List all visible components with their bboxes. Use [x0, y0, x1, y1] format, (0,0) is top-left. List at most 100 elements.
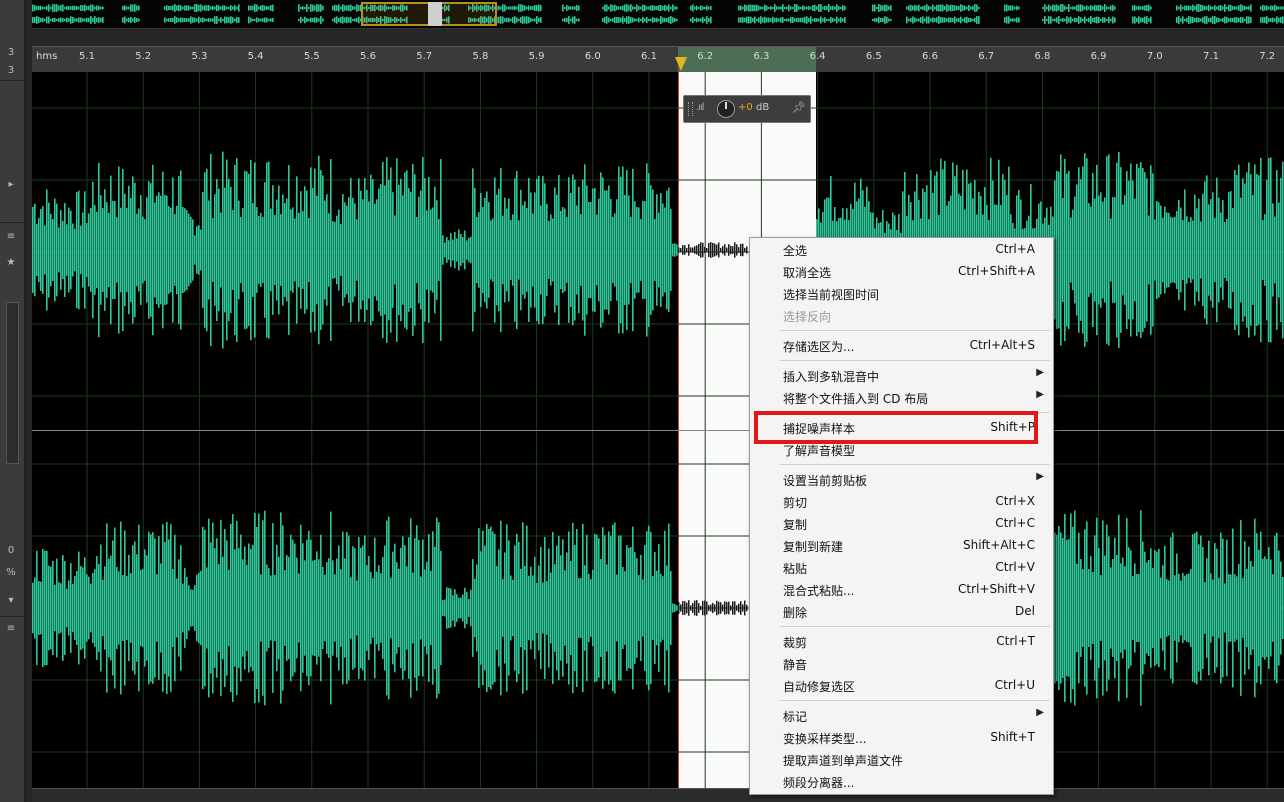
left-panel: 3 3 ▸ ≡ ★ 0 % ▾ ≡	[0, 0, 25, 802]
menu-item[interactable]: 全选 Ctrl+A	[750, 239, 1053, 261]
menu-item-label: 频段分离器...	[783, 776, 855, 790]
vertical-scrollbar[interactable]	[6, 302, 19, 464]
ruler-tick-label: 6.5	[865, 51, 882, 62]
menu-separator	[780, 464, 1050, 465]
menu-item-shortcut: Ctrl+X	[995, 494, 1035, 508]
time-ruler[interactable]: hms 5.1 5.2 5.3 5.4 5.5 5.6 5.7 5.8 5.9 6.0 6.1 6.2…	[32, 46, 1284, 74]
overview-handle[interactable]	[428, 2, 442, 26]
menu-item: 选择反向	[750, 305, 1053, 327]
menu-item-label: 复制到新建	[783, 540, 844, 554]
divider	[0, 222, 24, 223]
submenu-arrow-icon: ▶	[1036, 471, 1044, 482]
menu-item[interactable]: 存储选区为... Ctrl+Alt+S	[750, 335, 1053, 357]
ruler-tick-label: 5.3	[191, 51, 208, 62]
grip-icon[interactable]	[688, 102, 693, 116]
menu-item[interactable]: 提取声道到单声道文件	[750, 749, 1053, 771]
left-panel-percent: %	[6, 567, 16, 578]
menu-item-label: 取消全选	[783, 266, 832, 280]
menu-item[interactable]: 取消全选 Ctrl+Shift+A	[750, 261, 1053, 283]
menu-item-label: 混合式粘贴...	[783, 584, 855, 598]
highlight-annotation	[754, 411, 1038, 444]
menu-item[interactable]: 剪切 Ctrl+X	[750, 491, 1053, 513]
menu-item[interactable]: 选择当前视图时间	[750, 283, 1053, 305]
menu-item[interactable]: 自动修复选区 Ctrl+U	[750, 675, 1053, 697]
menu-item[interactable]: 设置当前剪贴板 ▶	[750, 469, 1053, 491]
menu-item[interactable]: 标记 ▶	[750, 705, 1053, 727]
context-menu: 全选 Ctrl+A 取消全选 Ctrl+Shift+A 选择当前视图时间 选择反向存储选区…	[749, 237, 1054, 795]
menu-item-shortcut: Ctrl+V	[995, 560, 1035, 574]
menu-item[interactable]: 复制到新建 Shift+Alt+C	[750, 535, 1053, 557]
menu-item-label: 存储选区为...	[783, 340, 855, 354]
menu-item-label: 删除	[783, 606, 808, 620]
menu-item-shortcut: Ctrl+U	[994, 678, 1035, 692]
ruler-tick-label: 6.0	[584, 51, 601, 62]
ruler-tick-label: 5.5	[303, 51, 320, 62]
menu-item[interactable]: 裁剪 Ctrl+T	[750, 631, 1053, 653]
menu-separator	[780, 360, 1050, 361]
gain-unit: dB	[756, 102, 770, 113]
menu-item-shortcut: Ctrl+Shift+A	[958, 264, 1035, 278]
ruler-tick-label: 6.6	[922, 51, 938, 62]
submenu-arrow-icon: ▶	[1036, 367, 1044, 378]
ruler-tick-label: 6.1	[641, 51, 657, 62]
menu-item-label: 提取声道到单声道文件	[783, 754, 904, 768]
ruler-tick-label: 6.9	[1090, 51, 1107, 62]
menu-item-label: 自动修复选区	[783, 680, 856, 694]
playhead-marker-icon[interactable]	[675, 57, 687, 71]
menu-item-label: 全选	[783, 244, 808, 258]
menu-item[interactable]: 混合式粘贴... Ctrl+Shift+V	[750, 579, 1053, 601]
level-meter-icon: .ııl	[696, 102, 704, 113]
ruler-tick-label: 5.6	[360, 51, 376, 62]
ruler-tick-label: 5.8	[472, 51, 489, 62]
submenu-arrow-icon: ▶	[1036, 707, 1044, 718]
dropdown-icon[interactable]: ▾	[0, 594, 22, 608]
menu-separator	[780, 626, 1050, 627]
menu-separator	[780, 330, 1050, 331]
ruler-tick-label: 6.8	[1034, 51, 1051, 62]
menu-item-shortcut: Shift+Alt+C	[962, 538, 1035, 552]
menu-item-label: 静音	[783, 658, 808, 672]
menu-item-shortcut: Shift+T	[990, 730, 1035, 744]
left-panel-item[interactable]: 3	[0, 64, 22, 78]
volume-knob[interactable]	[717, 100, 735, 118]
amplitude-hud: .ııl +0 dB 📌︎	[683, 95, 811, 123]
menu-item[interactable]: 复制 Ctrl+C	[750, 513, 1053, 535]
menu-item-label: 剪切	[783, 496, 808, 510]
menu-item-label: 将整个文件插入到 CD 布局	[783, 392, 929, 406]
submenu-arrow-icon: ▶	[1036, 389, 1044, 400]
menu-item[interactable]: 删除 Del	[750, 601, 1053, 623]
audition-window: 3 3 ▸ ≡ ★ 0 % ▾ ≡ hms 5.1 5.2 5.3 5.4 5.5 5.6…	[0, 0, 1284, 802]
menu-item[interactable]: 粘贴 Ctrl+V	[750, 557, 1053, 579]
ruler-tick-label: 5.9	[528, 51, 545, 62]
menu-item-label: 了解声音模型	[783, 444, 856, 458]
menu-item[interactable]: 将整个文件插入到 CD 布局 ▶	[750, 387, 1053, 409]
overview-navigator[interactable]	[32, 0, 1284, 29]
star-icon[interactable]: ★	[0, 256, 22, 270]
menu-icon[interactable]: ≡	[0, 622, 22, 636]
menu-item[interactable]: 插入到多轨混音中 ▶	[750, 365, 1053, 387]
left-panel-item[interactable]: 3	[0, 46, 22, 60]
menu-item[interactable]: 静音	[750, 653, 1053, 675]
ruler-tick-label: 7.0	[1146, 51, 1163, 62]
left-panel-readout: 0	[7, 545, 15, 556]
menu-item[interactable]: 变换采样类型... Shift+T	[750, 727, 1053, 749]
menu-item-label: 复制	[783, 518, 808, 532]
gain-value[interactable]: +0	[738, 102, 753, 113]
ruler-tick-label: 6.7	[978, 51, 995, 62]
menu-item-shortcut: Ctrl+T	[996, 634, 1035, 648]
ruler-tick-label: 6.2	[697, 51, 714, 62]
ruler-tick-label: 5.1	[79, 51, 95, 62]
menu-item-label: 设置当前剪贴板	[783, 474, 868, 488]
menu-item[interactable]: 频段分离器...	[750, 771, 1053, 793]
ruler-tick-label: 5.7	[416, 51, 433, 62]
pin-icon[interactable]: 📌︎	[792, 101, 806, 114]
menu-item-shortcut: Ctrl+Shift+V	[958, 582, 1035, 596]
menu-icon[interactable]: ≡	[0, 230, 22, 244]
menu-item-label: 插入到多轨混音中	[783, 370, 880, 384]
channel-divider	[32, 430, 1284, 431]
ruler-tick-label: 5.4	[247, 51, 264, 62]
menu-item-label: 变换采样类型...	[783, 732, 867, 746]
waveform-editor[interactable]	[32, 72, 1284, 788]
horizontal-scrollbar[interactable]	[32, 788, 1284, 802]
play-arrow-icon[interactable]: ▸	[0, 178, 22, 192]
